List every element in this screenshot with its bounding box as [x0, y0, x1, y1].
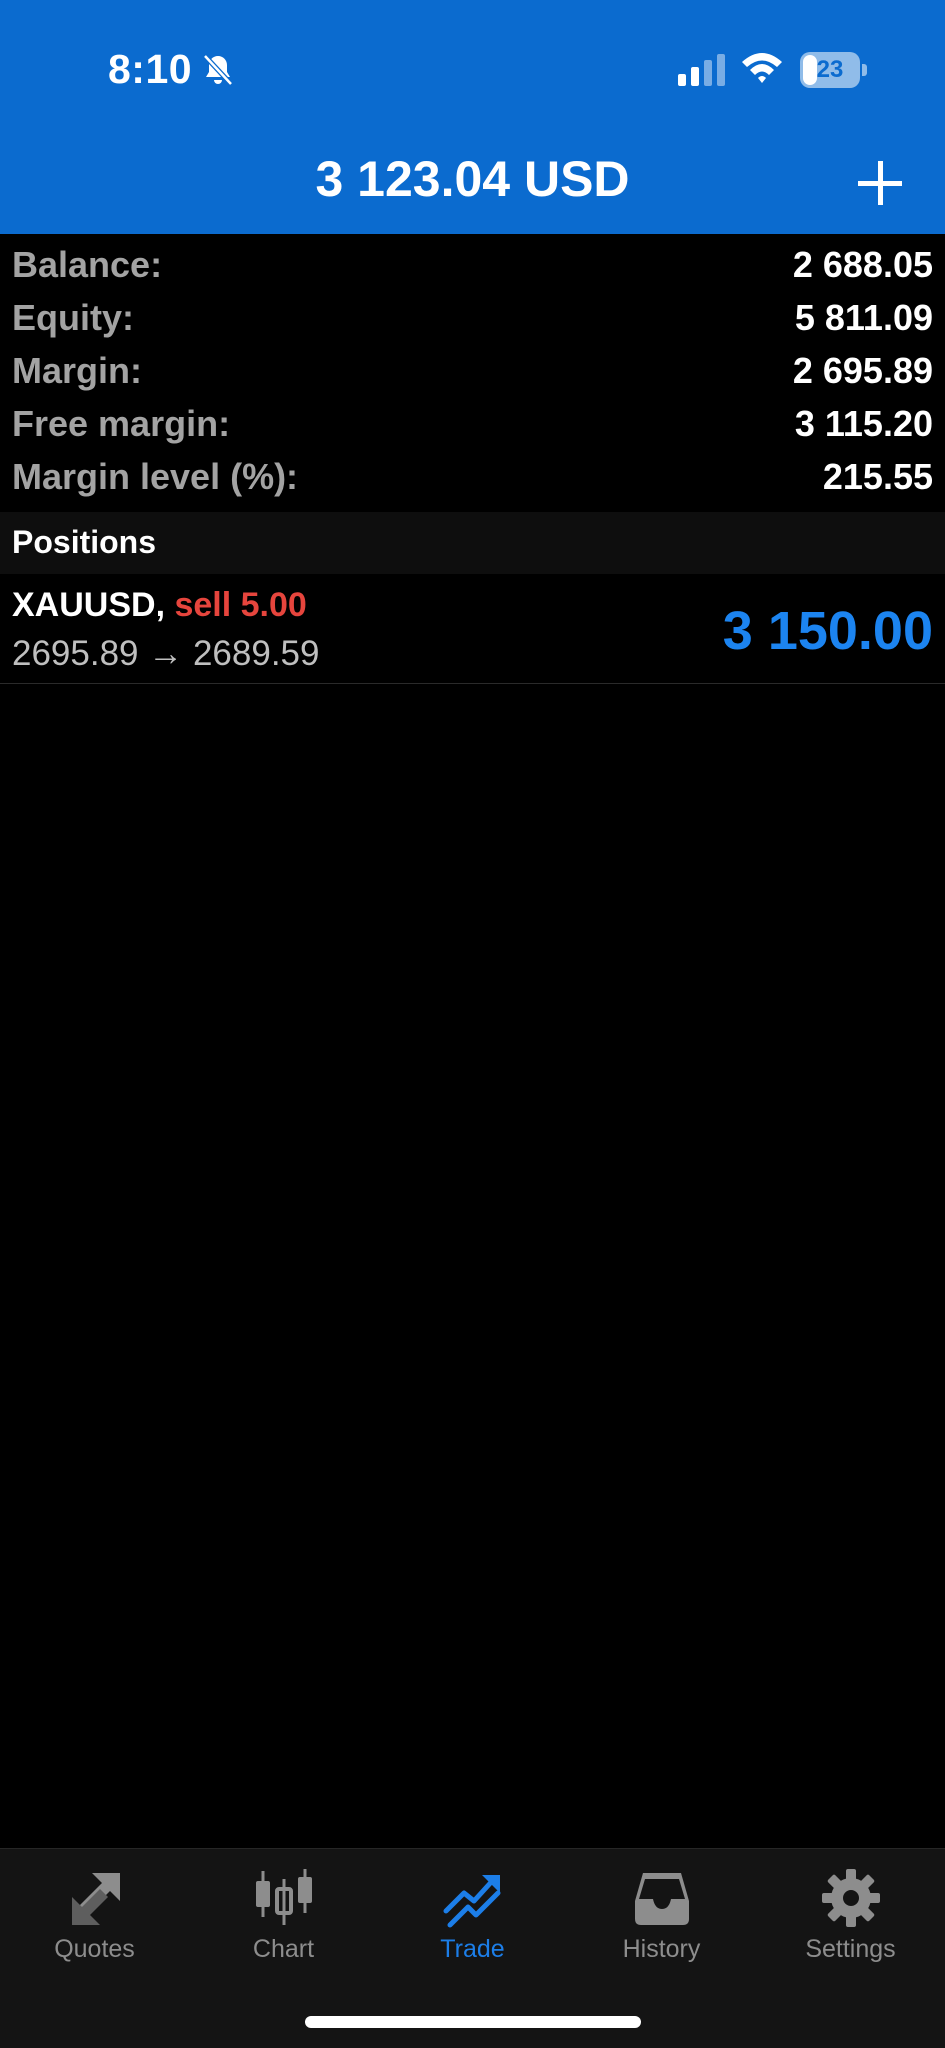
position-side: sell 5.00: [174, 586, 307, 624]
tab-label: Chart: [252, 1935, 315, 1963]
battery-icon: 23: [800, 52, 868, 88]
summary-label: Margin:: [12, 350, 142, 391]
summary-row-margin: Margin: 2 695.89: [0, 346, 945, 399]
settings-icon: [822, 1869, 880, 1927]
battery-level: 23: [816, 56, 844, 83]
summary-value: 5 811.09: [794, 297, 933, 338]
summary-label: Margin level (%):: [12, 456, 299, 497]
tab-label: Quotes: [54, 1935, 135, 1963]
app-header: 8:10 23 3 123.04 USD: [0, 0, 945, 234]
positions-title: Positions: [12, 524, 157, 560]
tab-chart[interactable]: Chart: [189, 1849, 378, 1979]
position-prices: 2695.89 → 2689.59: [12, 634, 320, 673]
positions-header: Positions: [0, 512, 945, 574]
status-bar: 8:10 23: [0, 0, 945, 140]
summary-row-free-margin: Free margin: 3 115.20: [0, 399, 945, 452]
page-title: 3 123.04 USD: [315, 151, 630, 207]
tab-settings[interactable]: Settings: [756, 1849, 945, 1979]
summary-value: 215.55: [822, 456, 933, 497]
position-profit: 3 150.00: [722, 601, 933, 661]
tab-trade[interactable]: Trade: [378, 1849, 567, 1979]
position-symbol: XAUUSD,: [12, 586, 166, 624]
position-symbol-line: XAUUSD, sell 5.00: [12, 586, 307, 625]
summary-value: 2 688.05: [792, 244, 933, 285]
summary-label: Balance:: [12, 244, 163, 285]
tab-quotes[interactable]: Quotes: [0, 1849, 189, 1979]
home-indicator: [305, 2016, 641, 2028]
wifi-icon: [742, 53, 782, 83]
quotes-icon: [72, 1873, 120, 1925]
tab-label: Trade: [440, 1935, 505, 1963]
summary-row-balance: Balance: 2 688.05: [0, 240, 945, 293]
tab-label: History: [622, 1935, 701, 1963]
summary-label: Equity:: [12, 297, 134, 338]
account-summary: Balance: 2 688.05 Equity: 5 811.09 Margi…: [0, 240, 945, 505]
bell-slash-icon: [203, 54, 233, 86]
chart-icon: [256, 1869, 312, 1925]
summary-row-margin-level: Margin level (%): 215.55: [0, 452, 945, 505]
summary-value: 2 695.89: [792, 350, 933, 391]
summary-value: 3 115.20: [794, 403, 933, 444]
signal-icon: [678, 54, 725, 86]
add-order-button[interactable]: [852, 155, 908, 211]
summary-row-equity: Equity: 5 811.09: [0, 293, 945, 346]
history-icon: [635, 1873, 689, 1925]
position-row[interactable]: XAUUSD, sell 5.00 2695.89 → 2689.59 3 15…: [0, 576, 945, 684]
status-time: 8:10: [108, 46, 193, 92]
tab-history[interactable]: History: [567, 1849, 756, 1979]
tab-label: Settings: [805, 1935, 896, 1963]
trade-icon: [443, 1875, 501, 1928]
summary-label: Free margin:: [12, 403, 231, 444]
